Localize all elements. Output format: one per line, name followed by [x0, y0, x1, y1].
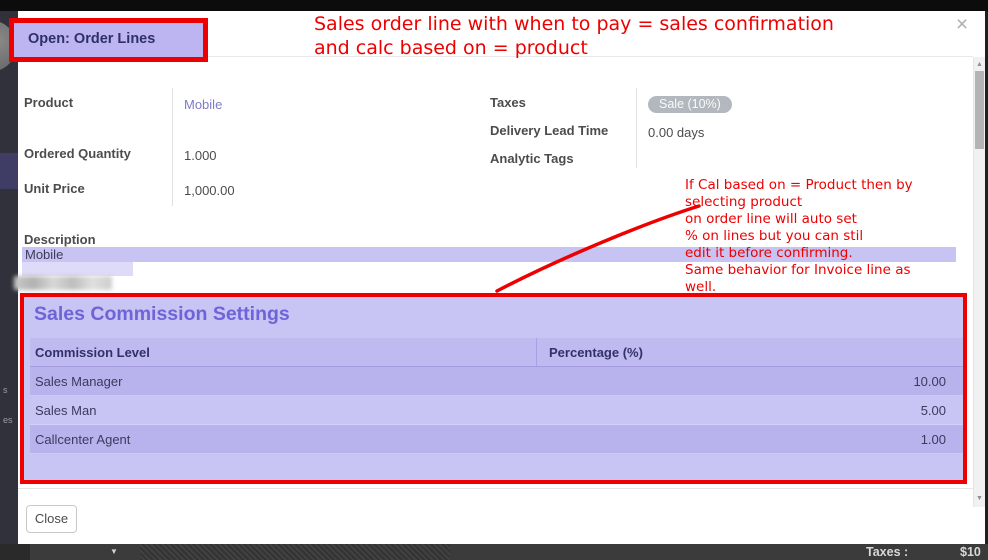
backdrop-bottom-corner	[0, 544, 30, 560]
backdrop-hatched-area	[140, 544, 450, 560]
dropdown-caret-icon: ▼	[110, 547, 118, 556]
annotation-line: Sales order line with when to pay = sale…	[314, 12, 834, 36]
percentage-column-header: Percentage (%)	[536, 345, 963, 360]
background-sidebar-text-fragment: s	[3, 385, 8, 395]
column-divider	[536, 338, 537, 366]
unit-price-value: 1,000.00	[184, 183, 235, 198]
commission-level-cell: Callcenter Agent	[30, 432, 536, 447]
taxes-tag[interactable]: Sale (10%)	[648, 95, 732, 113]
percentage-cell: 10.00	[536, 374, 963, 389]
commission-heading: Sales Commission Settings	[34, 303, 290, 326]
backdrop-top-bar	[0, 0, 988, 11]
scroll-up-icon[interactable]: ▲	[974, 61, 985, 68]
commission-table: Commission Level Percentage (%) Sales Ma…	[30, 338, 963, 479]
commission-level-cell: Sales Man	[30, 403, 536, 418]
commission-level-column-header: Commission Level	[30, 345, 536, 360]
close-button[interactable]: Close	[26, 505, 77, 533]
annotation-line: edit it before confirming.	[685, 245, 913, 262]
annotation-top-note: Sales order line with when to pay = sale…	[314, 12, 834, 60]
annotation-line: on order line will auto set	[685, 211, 913, 228]
delivery-lead-time-label: Delivery Lead Time	[490, 123, 608, 138]
delivery-lead-time-value: 0.00 days	[648, 125, 704, 140]
commission-row[interactable]: Sales Manager 10.00	[30, 367, 963, 396]
annotation-line: If Cal based on = Product then by	[685, 177, 913, 194]
sales-commission-section: Sales Commission Settings Commission Lev…	[20, 293, 967, 484]
title-annotation-frame: Open: Order Lines	[9, 18, 208, 62]
unit-price-label: Unit Price	[24, 181, 85, 196]
commission-level-cell: Sales Manager	[30, 374, 536, 389]
dialog-title: Open: Order Lines	[28, 31, 155, 47]
background-taxes-label: Taxes :	[866, 545, 908, 559]
taxes-tag-badge: Sale (10%)	[648, 96, 732, 113]
background-amount-fragment: $10	[960, 545, 981, 559]
percentage-cell: 1.00	[536, 432, 963, 447]
dialog-scrollbar[interactable]: ▲ ▼	[973, 57, 985, 507]
percentage-cell: 5.00	[536, 403, 963, 418]
background-sidebar-highlight	[0, 153, 18, 189]
screenshot-root: s es Open: Order Lines × Sales order lin…	[0, 0, 988, 560]
scrollbar-thumb[interactable]	[975, 71, 984, 149]
commission-row[interactable]: Callcenter Agent 1.00	[30, 425, 963, 454]
annotation-side-note: If Cal based on = Product then by select…	[685, 177, 913, 296]
analytic-tags-label: Analytic Tags	[490, 151, 574, 166]
form-right-separator	[636, 88, 637, 168]
annotation-line: selecting product	[685, 194, 913, 211]
dialog-footer-divider	[18, 488, 973, 489]
description-redacted-text	[14, 276, 112, 290]
commission-empty-row	[30, 454, 963, 479]
ordered-quantity-value: 1.000	[184, 148, 217, 163]
taxes-label: Taxes	[490, 95, 526, 110]
ordered-quantity-label: Ordered Quantity	[24, 146, 131, 161]
annotation-line: Same behavior for Invoice line as	[685, 262, 913, 279]
form-left-separator	[172, 88, 173, 206]
backdrop-bottom-page: ▼ Taxes : $10	[0, 544, 988, 560]
close-icon[interactable]: ×	[950, 13, 974, 37]
description-label: Description	[24, 232, 96, 247]
product-label: Product	[24, 95, 73, 110]
annotation-line: and calc based on = product	[314, 36, 834, 60]
commission-row[interactable]: Sales Man 5.00	[30, 396, 963, 425]
commission-table-header: Commission Level Percentage (%)	[30, 338, 963, 367]
description-highlight-fragment	[22, 262, 133, 276]
background-sidebar-text-fragment: es	[3, 415, 13, 425]
annotation-line: % on lines but you can stil	[685, 228, 913, 245]
product-link[interactable]: Mobile	[184, 97, 222, 112]
scroll-down-icon[interactable]: ▼	[974, 495, 985, 502]
